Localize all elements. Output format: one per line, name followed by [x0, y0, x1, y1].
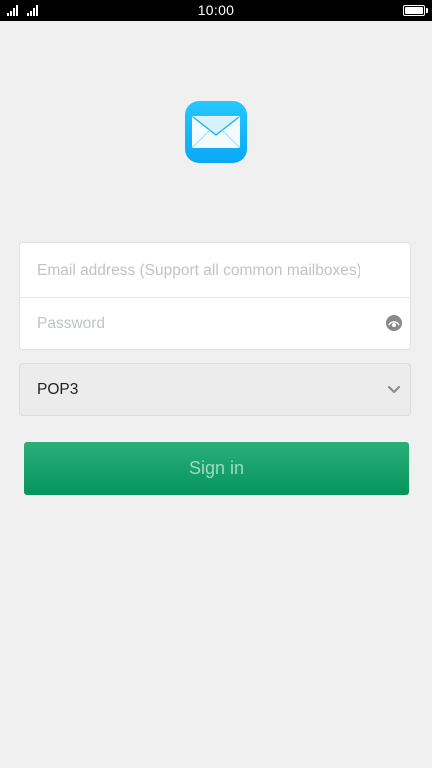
mail-envelope-icon: [192, 116, 240, 148]
battery-icon: [403, 5, 428, 16]
login-screen: 10:00 POP3 Sign in: [0, 0, 432, 768]
sign-in-button[interactable]: Sign in: [24, 442, 409, 495]
status-time: 10:00: [197, 2, 235, 18]
status-bar: 10:00: [0, 0, 432, 21]
password-input[interactable]: [20, 297, 410, 350]
credentials-card: [19, 242, 411, 350]
email-input[interactable]: [20, 244, 410, 297]
mail-envelope-icon: [185, 101, 247, 163]
eye-icon[interactable]: [386, 315, 402, 331]
protocol-value: POP3: [37, 381, 79, 398]
chevron-down-icon: [387, 385, 401, 394]
protocol-select[interactable]: POP3: [19, 363, 411, 416]
